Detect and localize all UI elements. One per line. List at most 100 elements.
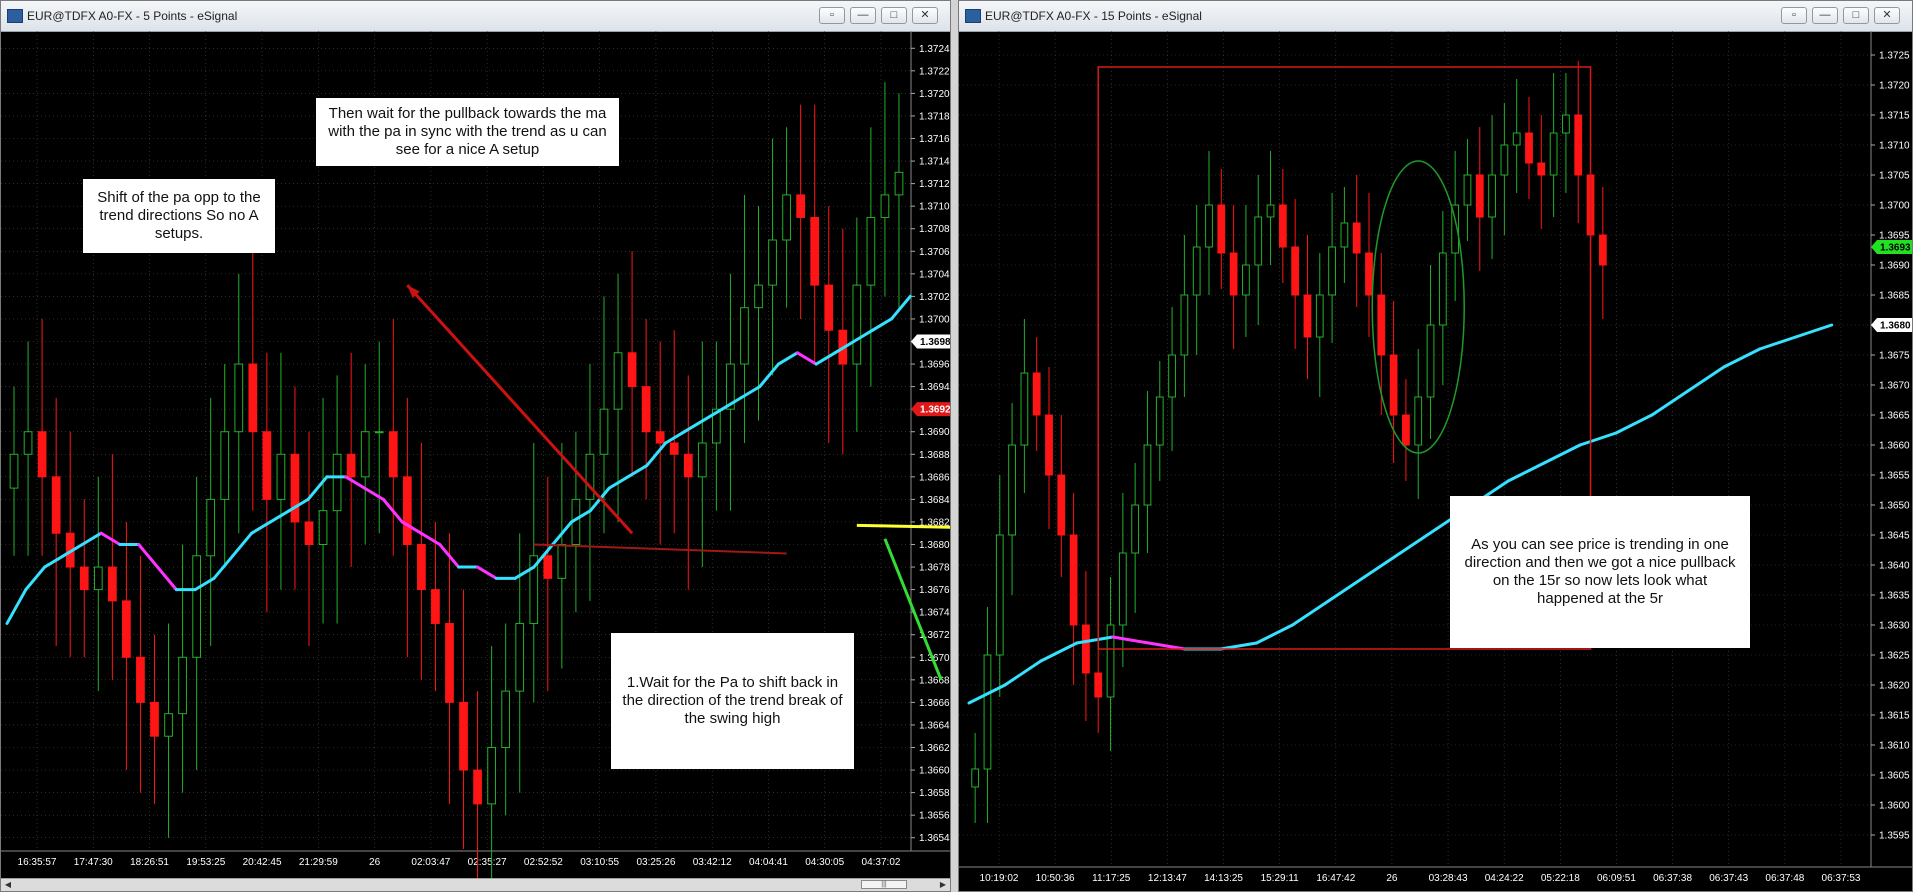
candle bbox=[697, 442, 707, 478]
y-tick-label: 1.3705 bbox=[1879, 171, 1910, 182]
moving-average-segment bbox=[871, 317, 893, 332]
x-tick-label: 06:37:53 bbox=[1822, 873, 1861, 884]
y-tick-label: 1.3670 bbox=[1879, 381, 1910, 392]
candle bbox=[1328, 246, 1336, 296]
candle bbox=[206, 498, 216, 557]
scroll-right-icon[interactable]: ▶ bbox=[938, 880, 948, 889]
candle bbox=[1118, 552, 1127, 626]
candle bbox=[332, 453, 342, 512]
y-tick-label: 1.3725 bbox=[1879, 51, 1910, 62]
y-tick-label: 1.3675 bbox=[1879, 351, 1910, 362]
candle bbox=[1303, 294, 1312, 338]
y-tick-label: 1.3674 bbox=[919, 608, 950, 619]
candle bbox=[304, 521, 314, 546]
x-tick-label: 04:37:02 bbox=[862, 857, 901, 868]
maximize-button[interactable]: □ bbox=[1843, 7, 1869, 24]
y-tick-label: 1.3660 bbox=[919, 766, 950, 777]
scroll-thumb[interactable]: ||| bbox=[861, 880, 907, 889]
x-tick-label: 17:47:30 bbox=[74, 857, 113, 868]
moving-average-segment bbox=[1614, 413, 1654, 435]
candle bbox=[192, 555, 201, 658]
window-titlebar[interactable]: EUR@TDFX A0-FX - 5 Points - eSignal ▫ — … bbox=[1, 1, 950, 32]
window-titlebar[interactable]: EUR@TDFX A0-FX - 15 Points - eSignal ▫ —… bbox=[959, 1, 1912, 32]
candle bbox=[824, 284, 834, 331]
moving-average-segment bbox=[1578, 431, 1618, 447]
candle bbox=[473, 769, 482, 805]
candle bbox=[431, 589, 440, 624]
candle bbox=[374, 431, 384, 434]
y-tick-label: 1.3654 bbox=[919, 833, 950, 844]
chart-window-15-points[interactable]: EUR@TDFX A0-FX - 15 Points - eSignal ▫ —… bbox=[958, 0, 1913, 892]
y-tick-label: 1.3600 bbox=[1879, 801, 1910, 812]
candle bbox=[983, 654, 992, 770]
maximize-button[interactable]: □ bbox=[881, 7, 907, 24]
moving-average-segment bbox=[1291, 599, 1330, 627]
moving-average-segment bbox=[306, 475, 329, 501]
candle bbox=[655, 431, 665, 444]
candle bbox=[1352, 222, 1361, 254]
moving-average-segment bbox=[626, 464, 649, 479]
x-tick-label: 02:35:27 bbox=[468, 857, 507, 868]
y-tick-label: 1.3605 bbox=[1879, 771, 1910, 782]
candle bbox=[1278, 204, 1287, 248]
y-tick-label: 1.3714 bbox=[919, 157, 950, 168]
candle bbox=[360, 431, 370, 478]
y-tick-label: 1.3645 bbox=[1879, 531, 1910, 542]
candle bbox=[1045, 414, 1053, 476]
candle bbox=[1155, 396, 1164, 446]
candle bbox=[866, 216, 876, 286]
link-window-button[interactable]: ▫ bbox=[1781, 7, 1807, 24]
moving-average-segment bbox=[137, 543, 160, 569]
minimize-button[interactable]: — bbox=[1812, 7, 1838, 24]
candle bbox=[1574, 114, 1583, 176]
link-window-button[interactable]: ▫ bbox=[819, 7, 845, 24]
y-tick-label: 1.3684 bbox=[919, 495, 950, 506]
candle bbox=[1414, 396, 1423, 446]
price-chart-15-points[interactable]: 10:19:02 10:50:36 11:17:25 12:13:47 14:13:25… bbox=[959, 31, 1912, 891]
moving-average-segment bbox=[43, 554, 65, 569]
candle bbox=[754, 284, 763, 309]
x-tick-label: 03:42:12 bbox=[693, 857, 732, 868]
candle bbox=[248, 363, 258, 433]
close-button[interactable]: ✕ bbox=[1874, 7, 1900, 24]
moving-average-segment bbox=[1039, 641, 1079, 663]
x-tick-label: 16:47:42 bbox=[1316, 873, 1355, 884]
close-button[interactable]: ✕ bbox=[912, 7, 938, 24]
moving-average-segment bbox=[1686, 365, 1726, 393]
candle bbox=[1402, 414, 1410, 446]
y-tick-label: 1.3710 bbox=[1879, 141, 1910, 152]
candle bbox=[9, 453, 19, 489]
candle bbox=[136, 656, 145, 703]
y-tick-label: 1.3665 bbox=[1879, 411, 1910, 422]
candle bbox=[1389, 354, 1398, 416]
candle bbox=[740, 307, 749, 365]
moving-average-segment bbox=[344, 475, 367, 490]
candle bbox=[782, 194, 791, 241]
candle bbox=[1463, 174, 1472, 206]
candle bbox=[1500, 144, 1509, 176]
y-tick-label: 1.3660 bbox=[1879, 441, 1910, 452]
y-tick-label: 1.3712 bbox=[919, 179, 950, 190]
scroll-left-icon[interactable]: ◀ bbox=[3, 880, 13, 889]
candle bbox=[1525, 132, 1533, 164]
candle bbox=[1094, 672, 1103, 698]
y-tick-label: 1.3720 bbox=[1879, 81, 1910, 92]
x-tick-label: 20:42:45 bbox=[243, 857, 282, 868]
y-tick-label: 1.3706 bbox=[919, 247, 950, 258]
x-tick-label: 15:29:11 bbox=[1261, 873, 1300, 884]
y-tick-label: 1.3655 bbox=[1879, 471, 1910, 482]
chart-window-5-points[interactable]: EUR@TDFX A0-FX - 5 Points - eSignal ▫ — … bbox=[0, 0, 951, 892]
horizontal-scrollbar[interactable]: ◀ ||| ▶ bbox=[1, 878, 950, 891]
candle bbox=[557, 544, 567, 579]
esignal-app-icon bbox=[7, 9, 23, 23]
last-price-label: 1.3698 bbox=[920, 337, 950, 348]
annotation-pullback: Then wait for the pullback towards the m… bbox=[316, 98, 619, 166]
y-tick-label: 1.3715 bbox=[1879, 111, 1910, 122]
candle bbox=[262, 431, 272, 500]
window-title: EUR@TDFX A0-FX - 15 Points - eSignal bbox=[985, 9, 1202, 23]
minimize-button[interactable]: — bbox=[850, 7, 876, 24]
candle bbox=[1082, 624, 1090, 674]
candle bbox=[1438, 252, 1447, 326]
x-tick-label: 06:37:43 bbox=[1709, 873, 1748, 884]
candle bbox=[318, 510, 328, 545]
